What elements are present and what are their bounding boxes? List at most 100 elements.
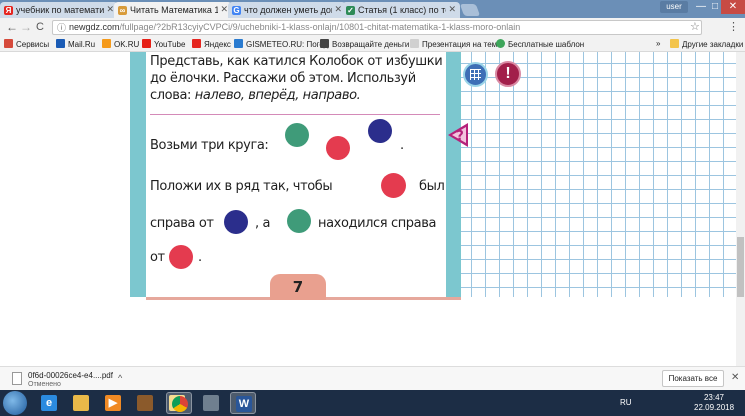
text-line-3: слова: налево, вперёд, направо. xyxy=(150,88,361,103)
taskbar-ie[interactable]: e xyxy=(36,392,62,414)
tab-label: учебник по математике xyxy=(16,5,104,15)
mailru-icon xyxy=(56,39,65,48)
bookmark-youtube[interactable]: YouTube xyxy=(142,39,185,49)
taskbar: e ▶ W RU 23:47 22.09.2018 xyxy=(0,390,745,416)
bookmark-refund[interactable]: Возвращайте деньги xyxy=(320,39,409,49)
chrome-icon xyxy=(172,396,188,412)
taskbar-chrome[interactable] xyxy=(166,392,192,414)
page-scrollbar[interactable] xyxy=(736,52,745,366)
place-text-2c: находился справа xyxy=(318,216,437,231)
info-icon[interactable]: ⓘ xyxy=(57,22,66,34)
green-circle-inline xyxy=(287,209,311,233)
chevron-up-icon[interactable]: ^ xyxy=(118,373,122,383)
address-bar[interactable]: ⓘ newgdz.com/fullpage/?2bR13cyiyCVPCi/9/… xyxy=(52,20,702,35)
page-margin xyxy=(130,300,461,366)
question-mark: ? xyxy=(456,129,464,144)
text-line-1: Представь, как катился Колобок от избушк… xyxy=(150,54,443,69)
download-status: Отменено xyxy=(28,381,61,388)
tab-close-icon[interactable]: ✕ xyxy=(106,4,114,15)
bookmark-gismeteo[interactable]: GISMETEO.RU: Погод xyxy=(234,39,328,49)
direction-words: налево, вперёд, направо. xyxy=(194,88,361,103)
article-icon: ✓ xyxy=(346,6,355,15)
apps-icon xyxy=(4,39,13,48)
yandex-icon: Я xyxy=(4,6,13,15)
bookmark-okru[interactable]: OK.RU xyxy=(102,39,139,49)
close-window-icon[interactable]: ✕ xyxy=(721,0,745,14)
taskbar-word[interactable]: W xyxy=(230,392,256,414)
place-text-1b: был xyxy=(419,179,445,194)
folder-icon xyxy=(73,395,89,411)
tab-yandex-textbook[interactable]: Я учебник по математике ✕ xyxy=(0,2,118,18)
tab-strip: Я учебник по математике ✕ ∞ Читать Матем… xyxy=(0,0,745,18)
youtube-icon xyxy=(142,39,151,48)
pdf-file-icon xyxy=(12,372,22,385)
bookmark-presentation[interactable]: Презентация на тем xyxy=(410,39,497,49)
tab-label: Статья (1 класс) по теме xyxy=(358,5,446,15)
tab-read-math[interactable]: ∞ Читать Математика 1 кл ✕ xyxy=(114,2,232,18)
close-downloads-icon[interactable]: ✕ xyxy=(731,372,739,383)
bookmarks-more-icon[interactable]: » xyxy=(656,39,660,48)
blue-circle xyxy=(368,119,392,143)
media-player-icon: ▶ xyxy=(105,395,121,411)
reload-icon[interactable]: C xyxy=(36,20,44,34)
textbook-page: 7 Представь, как катился Колобок от избу… xyxy=(0,52,736,366)
tab-label: что должен уметь дошк xyxy=(244,5,332,15)
other-bookmarks[interactable]: Другие закладки xyxy=(670,39,743,49)
place-text-2b: , а xyxy=(255,216,271,231)
place-text-3: от xyxy=(150,250,165,265)
menu-icon[interactable]: ⋮ xyxy=(728,20,739,33)
show-all-button[interactable]: Показать все xyxy=(662,370,724,387)
bookmark-templates[interactable]: Бесплатные шаблон xyxy=(496,39,584,49)
url-path: /fullpage/?2bR13cyiyCVPCi/9/uchebniki-1-… xyxy=(119,22,521,32)
section-divider xyxy=(150,114,440,115)
tab-close-icon[interactable]: ✕ xyxy=(220,4,228,15)
red-circle-last xyxy=(169,245,193,269)
refund-icon xyxy=(320,39,329,48)
page-viewport: 7 Представь, как катился Колобок от избу… xyxy=(0,52,745,366)
period: . xyxy=(198,250,202,265)
word-icon: W xyxy=(236,396,252,412)
tab-close-icon[interactable]: ✕ xyxy=(334,4,342,15)
user-badge[interactable]: user xyxy=(660,1,688,13)
ie-icon: e xyxy=(41,395,57,411)
bookmark-star-icon[interactable]: ☆ xyxy=(690,20,700,33)
warning-icon: ! xyxy=(495,61,521,87)
green-circle xyxy=(285,123,309,147)
downloads-bar: 0f6d-00026ce4-e4....pdf Отменено ^ Показ… xyxy=(0,366,745,390)
yandex-icon xyxy=(192,39,201,48)
weather-icon xyxy=(234,39,243,48)
scrollbar-thumb[interactable] xyxy=(737,237,744,297)
camera-icon xyxy=(203,395,219,411)
taskbar-media[interactable]: ▶ xyxy=(100,392,126,414)
folder-icon xyxy=(670,39,679,48)
grid-icon xyxy=(463,62,488,87)
taskbar-camera[interactable] xyxy=(198,392,224,414)
bookmark-services[interactable]: Сервисы xyxy=(4,39,49,49)
tab-article[interactable]: ✓ Статья (1 класс) по теме ✕ xyxy=(342,2,460,18)
start-button[interactable] xyxy=(3,391,27,415)
place-text-2: справа от xyxy=(150,216,214,231)
clock[interactable]: 23:47 22.09.2018 xyxy=(694,393,734,413)
page-icon xyxy=(410,39,419,48)
clock-date: 22.09.2018 xyxy=(694,403,735,412)
tray-language[interactable]: RU xyxy=(620,398,632,407)
browser-toolbar: ← → C ⓘ newgdz.com/fullpage/?2bR13cyiyCV… xyxy=(0,18,745,37)
bookmark-mailru[interactable]: Mail.Ru xyxy=(56,39,95,49)
take-circles-text: Возьми три круга: xyxy=(150,138,269,153)
tab-label: Читать Математика 1 кл xyxy=(130,5,218,15)
book-icon: ∞ xyxy=(118,6,127,15)
bookmarks-bar: Сервисы Mail.Ru OK.RU YouTube Яндекс GIS… xyxy=(0,37,745,52)
back-icon[interactable]: ← xyxy=(6,20,18,34)
archive-icon xyxy=(137,395,153,411)
taskbar-explorer[interactable] xyxy=(68,392,94,414)
forward-icon[interactable]: → xyxy=(20,20,32,34)
period: . xyxy=(400,138,404,153)
new-tab-button[interactable] xyxy=(459,4,481,16)
bookmark-yandex[interactable]: Яндекс xyxy=(192,39,231,49)
tab-close-icon[interactable]: ✕ xyxy=(448,4,456,15)
tab-google-preschool[interactable]: G что должен уметь дошк ✕ xyxy=(228,2,346,18)
clock-time: 23:47 xyxy=(703,393,725,402)
taskbar-archive[interactable] xyxy=(132,392,158,414)
red-circle xyxy=(326,136,350,160)
download-file-name[interactable]: 0f6d-00026ce4-e4....pdf xyxy=(28,371,113,380)
